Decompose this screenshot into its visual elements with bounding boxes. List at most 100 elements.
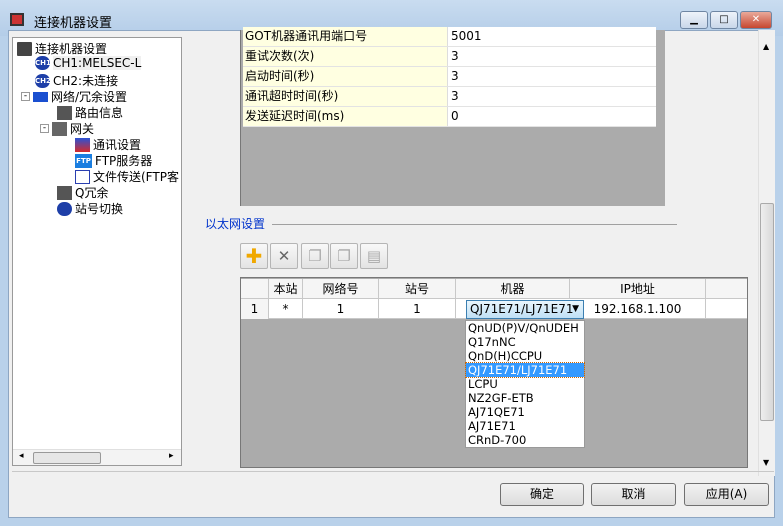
tree-item-network[interactable]: - 网络/冗余设置 [21, 88, 127, 105]
dropdown-option-selected[interactable]: QJ71E71/LJ71E71 [465, 362, 585, 378]
property-row[interactable]: 重试次数(次) 3 [243, 47, 656, 67]
table-row[interactable]: 1 * 1 1 192.168.1.100 QJ71E71/LJ71E71 ▼ [241, 299, 747, 319]
tree-item-q-redundancy[interactable]: Q冗余 [57, 184, 108, 201]
close-icon: ✕ [751, 14, 761, 25]
device-combobox[interactable]: QJ71E71/LJ71E71 ▼ [466, 300, 584, 319]
tree-item-routing[interactable]: 路由信息 [57, 104, 123, 121]
dropdown-option[interactable]: CRnD-700 [466, 433, 584, 447]
window-title: 连接机器设置 [34, 16, 113, 31]
property-label: GOT机器通讯用端口号 [243, 27, 448, 46]
tree-item-root[interactable]: 连接机器设置 [17, 40, 107, 57]
tree-label: Q冗余 [75, 186, 109, 200]
property-label: 重试次数(次) [243, 47, 448, 66]
routing-icon [57, 105, 72, 120]
copy-button[interactable]: ❐ [301, 243, 329, 269]
ch1-icon: CH1 [35, 56, 51, 70]
ip-address-cell[interactable]: 192.168.1.100 [570, 299, 706, 319]
scroll-thumb[interactable] [33, 452, 101, 464]
scroll-down-icon[interactable]: ▼ [763, 458, 769, 467]
dropdown-option[interactable]: LCPU [466, 377, 584, 391]
property-grid: GOT机器通讯用端口号 5001 重试次数(次) 3 启动时间(秒) 3 通讯超时时间… [240, 27, 665, 206]
property-label: 发送延迟时间(ms) [243, 107, 448, 126]
network-number-cell[interactable]: 1 [303, 299, 379, 319]
copy-icon: ❐ [308, 247, 322, 265]
collapse-icon[interactable]: - [21, 92, 30, 101]
tree-item-ch2[interactable]: CH2 CH2:未连接 [35, 72, 118, 89]
tree-item-comm[interactable]: 通讯设置 [75, 136, 141, 153]
maximize-button[interactable]: □ [710, 11, 738, 29]
property-row[interactable]: 启动时间(秒) 3 [243, 67, 656, 87]
tree-label: 网络/冗余设置 [51, 90, 128, 104]
delete-button[interactable]: ✕ [270, 243, 298, 269]
dropdown-option[interactable]: AJ71QE71 [466, 405, 584, 419]
ftp-icon: FTP [75, 153, 92, 168]
scroll-up-icon[interactable]: ▲ [763, 42, 769, 51]
tree-item-file-transfer[interactable]: 文件传送(FTP客 [75, 168, 179, 185]
tree-item-gateway[interactable]: - 网关 [40, 120, 94, 137]
scroll-left-icon[interactable]: ◂ [19, 451, 24, 461]
vertical-scrollbar[interactable]: ▲ ▼ [758, 30, 775, 476]
property-label: 启动时间(秒) [243, 67, 448, 86]
property-value[interactable]: 5001 [448, 27, 656, 46]
property-label: 通讯超时时间(秒) [243, 87, 448, 106]
property-row[interactable]: 通讯超时时间(秒) 3 [243, 87, 656, 107]
property-row[interactable]: 发送延迟时间(ms) 0 [243, 107, 656, 127]
dropdown-option[interactable]: QnD(H)CCPU [466, 349, 584, 363]
column-header[interactable]: 机器 [456, 279, 570, 299]
copy-row-icon: ❐ [337, 247, 351, 265]
footer-divider [12, 471, 774, 472]
add-button[interactable]: ✚ [240, 243, 268, 269]
tree-label: CH2:未连接 [53, 74, 119, 88]
device-value: QJ71E71/LJ71E71 [470, 302, 574, 316]
tree-label: 站号切换 [75, 202, 124, 216]
ok-button[interactable]: 确定 [500, 483, 584, 506]
property-value[interactable]: 3 [448, 67, 656, 86]
delete-icon: ✕ [277, 247, 291, 265]
minimize-button[interactable]: ▁ [680, 11, 708, 29]
tree-item-ch1[interactable]: CH1 CH1:MELSEC-L [35, 56, 142, 70]
property-value[interactable]: 0 [448, 107, 656, 126]
property-value[interactable]: 3 [448, 47, 656, 66]
table-header: 本站 网络号 站号 机器 IP地址 [241, 279, 747, 299]
collapse-icon[interactable]: - [40, 124, 49, 133]
file-transfer-icon [75, 169, 90, 184]
dropdown-option[interactable]: AJ71E71 [466, 419, 584, 433]
copy-row-button[interactable]: ❐ [330, 243, 358, 269]
ch2-icon: CH2 [35, 73, 51, 88]
scroll-right-icon[interactable]: ▸ [169, 451, 174, 461]
property-row[interactable]: GOT机器通讯用端口号 5001 [243, 27, 656, 47]
column-header[interactable]: 本站 [269, 279, 303, 299]
close-button[interactable]: ✕ [740, 11, 772, 29]
redundancy-icon [57, 185, 72, 200]
settings-tree[interactable]: 连接机器设置 CH1 CH1:MELSEC-L CH2 CH2:未连接 - 网络/冗余… [12, 37, 182, 466]
tree-label: 通讯设置 [93, 138, 142, 152]
row-number: 1 [241, 299, 269, 319]
tree-label: FTP服务器 [95, 154, 153, 168]
tree-label: 路由信息 [75, 106, 124, 120]
chevron-down-icon[interactable]: ▼ [572, 301, 579, 318]
apply-button[interactable]: 应用(A) [684, 483, 769, 506]
tree-horizontal-scrollbar[interactable]: ◂ ▸ [13, 449, 181, 465]
network-icon [33, 91, 48, 102]
cancel-button[interactable]: 取消 [591, 483, 676, 506]
tree-item-ftp[interactable]: FTP FTP服务器 [75, 152, 152, 169]
local-station-cell[interactable]: * [269, 299, 303, 319]
column-header[interactable]: 站号 [379, 279, 456, 299]
ethernet-section-title: 以太网设置 [205, 217, 266, 231]
gateway-icon [52, 121, 67, 136]
dropdown-option[interactable]: QnUD(P)V/QnUDEH [466, 321, 584, 335]
column-header[interactable]: 网络号 [303, 279, 379, 299]
scroll-thumb[interactable] [760, 203, 774, 421]
tree-item-station-switch[interactable]: 站号切换 [57, 200, 123, 217]
paste-icon: ▤ [366, 247, 382, 265]
maximize-icon: □ [719, 14, 729, 25]
dropdown-option[interactable]: Q17nNC [466, 335, 584, 349]
section-divider [272, 224, 677, 225]
paste-button[interactable]: ▤ [360, 243, 388, 269]
station-number-cell[interactable]: 1 [379, 299, 456, 319]
device-dropdown-list[interactable]: QnUD(P)V/QnUDEH Q17nNC QnD(H)CCPU QJ71E7… [465, 320, 585, 448]
dropdown-option[interactable]: NZ2GF-ETB [466, 391, 584, 405]
minimize-icon: ▁ [690, 14, 698, 25]
property-value[interactable]: 3 [448, 87, 656, 106]
column-header[interactable]: IP地址 [570, 279, 706, 299]
